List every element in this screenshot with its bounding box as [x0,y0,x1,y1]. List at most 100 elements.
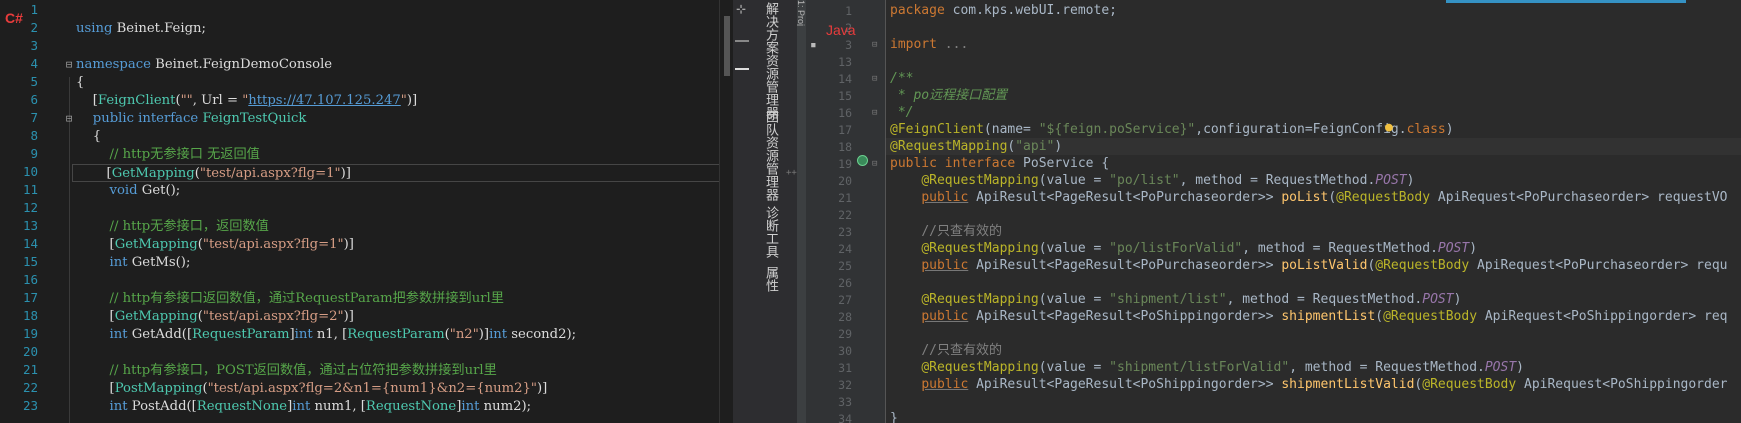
code-line[interactable]: using Beinet.Feign; [76,20,719,38]
line-number: 17 [22,290,38,305]
code-line[interactable] [886,206,1741,223]
line-number: 1 [30,2,38,17]
line-number: 19 [22,326,38,341]
code-line[interactable]: public ApiResult<PageResult<PoPurchaseor… [886,257,1741,274]
code-line[interactable]: public interface FeignTestQuick [76,110,719,128]
code-line[interactable]: public ApiResult<PageResult<PoShippingor… [886,376,1741,393]
code-line[interactable]: [GetMapping("test/api.aspx?flg=1")] [76,236,719,254]
split-divider[interactable]: ++ [783,0,797,423]
code-line[interactable] [886,53,1741,70]
code-line[interactable] [886,393,1741,410]
tab-solution-explorer[interactable]: 解决方案资源管理器 [758,2,779,119]
scroll-marker [735,68,749,70]
folder-icon: ▪ [810,38,817,51]
code-line[interactable]: @RequestMapping(value = "po/list", metho… [886,172,1741,189]
ij-left-toolstrip: 1: Proj [797,0,806,423]
code-line[interactable] [886,274,1741,291]
line-number: 5 [30,74,38,89]
code-line[interactable]: [GetMapping("test/api.aspx?flg=1")] [72,164,721,182]
line-number: 21 [22,362,38,377]
code-line[interactable]: @RequestMapping(value = "shipment/listFo… [886,359,1741,376]
code-line[interactable]: } [886,410,1741,423]
line-number: 8 [30,128,38,143]
code-line[interactable]: //只查有效的 [886,342,1741,359]
code-line[interactable]: int GetAdd([RequestParam]int n1, [Reques… [76,326,719,344]
line-number: 14 [22,236,38,251]
code-line[interactable]: // http有参接口返回数值，通过RequestParam把参数拼接到url里 [76,290,719,308]
fold-icon[interactable]: ⊟ [872,159,877,169]
code-line[interactable]: @RequestMapping(value = "shipment/list",… [886,291,1741,308]
intellij-editor[interactable]: 1 2 3 13 14 15 16 17 18 19 20 21 22 23 24 25 26 27 28 29 30 3… [806,0,1741,423]
line-number: 24 [838,242,852,256]
code-line[interactable]: public interface PoService { [886,155,1741,172]
code-line[interactable]: [FeignClient("", Url = "https://47.107.1… [76,92,719,110]
collapse-icon[interactable]: ⊟ [62,58,76,71]
code-line[interactable]: @RequestMapping("api") [886,138,1741,155]
code-line[interactable]: @RequestMapping(value = "po/listForValid… [886,240,1741,257]
code-line[interactable]: /** [886,70,1741,87]
code-line[interactable]: * po远程接口配置 [886,87,1741,104]
code-line[interactable]: namespace Beinet.FeignDemoConsole [76,56,719,74]
lightbulb-icon[interactable]: ● [1385,120,1393,135]
pin-icon[interactable]: ⊹ [736,2,746,16]
code-line[interactable]: // http有参接口，POST返回数值，通过占位符把参数拼接到url里 [76,362,719,380]
code-line[interactable]: { [76,128,719,146]
line-number: 4 [30,56,38,71]
tab-team-explorer[interactable]: 团队资源管理器 [758,110,779,201]
line-number: 29 [838,327,852,341]
vs-side-toolbar: ⊹ [733,0,753,423]
line-number: 25 [838,259,852,273]
java-language-badge: Java [826,22,856,38]
code-line[interactable] [76,200,719,218]
line-number: 21 [838,191,852,205]
code-line[interactable] [76,38,719,56]
code-line[interactable]: [GetMapping("test/api.aspx?flg=2")] [76,308,719,326]
line-number: 6 [30,92,38,107]
line-number: 2 [30,20,38,35]
tab-properties[interactable]: 属性 [758,266,779,292]
implementation-gutter-icon[interactable] [857,155,868,166]
line-number: 20 [22,344,38,359]
code-line[interactable]: package com.kps.webUI.remote; [886,2,1741,19]
code-line[interactable]: public ApiResult<PageResult<PoPurchaseor… [886,189,1741,206]
line-number: 22 [22,380,38,395]
code-line[interactable] [76,2,719,20]
project-tab[interactable]: 1: Proj [797,0,806,26]
code-line[interactable] [886,19,1741,36]
line-number: 11 [22,182,38,197]
code-line[interactable]: import ... [886,36,1741,53]
collapse-icon[interactable]: ⊟ [62,112,76,125]
code-line[interactable]: public ApiResult<PageResult<PoShippingor… [886,308,1741,325]
line-number: 10 [22,164,38,179]
line-number: 23 [838,225,852,239]
code-line[interactable] [76,272,719,290]
code-line[interactable]: void Get(); [76,182,719,200]
code-line[interactable]: // http无参接口 无返回值 [76,146,719,164]
line-number: 23 [22,398,38,413]
line-number: 31 [838,361,852,375]
vs-vertical-scrollbar[interactable] [719,0,733,423]
fold-icon[interactable]: ⊟ [872,74,877,84]
vs-editor[interactable]: C# 1 2 3 4 5 6 7 8 9 10 11 12 13 14 15 16 17 18 19 20 21 22 23… [0,0,733,423]
line-number: 15 [838,89,852,103]
code-line[interactable]: @FeignClient(name= "${feign.poService}",… [886,121,1741,138]
line-number: 1 [845,4,852,18]
code-line[interactable] [76,344,719,362]
code-line[interactable] [886,325,1741,342]
code-line[interactable]: */ [886,104,1741,121]
ij-gutter: 1 2 3 13 14 15 16 17 18 19 20 21 22 23 24 25 26 27 28 29 30 3… [806,0,886,423]
line-number: 30 [838,344,852,358]
code-line[interactable]: int PostAdd([RequestNone]int num1, [Requ… [76,398,719,416]
line-number: 14 [838,72,852,86]
code-line[interactable]: // http无参接口，返回数值 [76,218,719,236]
code-line[interactable]: //只查有效的 [886,223,1741,240]
vs-tool-window-tabs: 解决方案资源管理器 团队资源管理器 诊断工具 属性 [753,0,783,423]
vs-scroll-thumb[interactable] [724,16,730,76]
code-line[interactable]: int GetMs(); [76,254,719,272]
tab-diagnostic-tools[interactable]: 诊断工具 [758,206,779,258]
fold-icon[interactable]: ⊟ [872,108,877,118]
line-number: 22 [838,208,852,222]
code-line[interactable]: [PostMapping("test/api.aspx?flg=2&n1={nu… [76,380,719,398]
code-line[interactable]: { [76,74,719,92]
fold-icon[interactable]: ⊟ [872,40,877,50]
